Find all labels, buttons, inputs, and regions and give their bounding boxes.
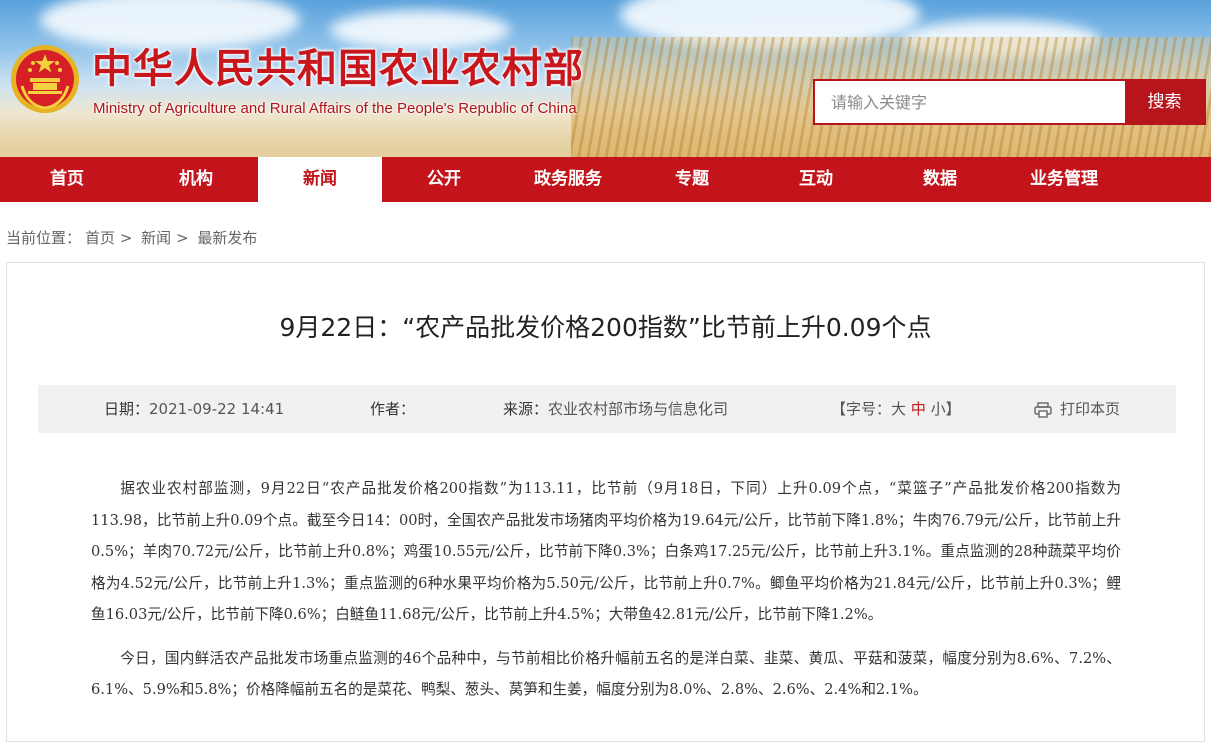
breadcrumb-separator: >	[175, 229, 189, 247]
nav-item-data[interactable]: 数据	[878, 157, 1002, 202]
search-box: 搜索	[813, 79, 1206, 125]
print-label: 打印本页	[1060, 400, 1121, 418]
font-size-medium[interactable]: 中	[911, 400, 926, 418]
nav-item-public[interactable]: 公开	[382, 157, 506, 202]
article-body: 据农业农村部监测，9月22日“农产品批发价格200指数”为113.11，比节前（…	[91, 473, 1121, 718]
printer-icon	[1034, 401, 1052, 418]
site-title[interactable]: 中华人民共和国农业农村部	[92, 46, 584, 92]
article-container: 9月22日：“农产品批发价格200指数”比节前上升0.09个点 日期：2021-…	[6, 262, 1205, 742]
font-size-small[interactable]: 小	[931, 400, 946, 418]
article-title: 9月22日：“农产品批发价格200指数”比节前上升0.09个点	[279, 313, 932, 342]
article-paragraph: 今日，国内鲜活农产品批发市场重点监测的46个品种中，与节前相比价格升幅前五名的是…	[91, 649, 1121, 699]
nav-item-interaction[interactable]: 互动	[754, 157, 878, 202]
main-nav: 首页 机构 新闻 公开 政务服务 专题 互动 数据 业务管理	[0, 157, 1211, 202]
font-size-large[interactable]: 大	[891, 400, 906, 418]
nav-item-news[interactable]: 新闻	[258, 157, 382, 202]
source-label: 来源：	[503, 400, 549, 418]
date-label: 日期：	[104, 400, 150, 418]
national-emblem-icon	[11, 45, 79, 113]
nav-item-gov-services[interactable]: 政务服务	[506, 157, 630, 202]
font-size-label: 【字号：	[831, 400, 892, 418]
breadcrumb-item-news[interactable]: 新闻	[141, 229, 171, 247]
meta-author: 作者：	[370, 385, 415, 433]
article-meta-bar: 日期：2021-09-22 14:41 作者： 来源：农业农村部市场与信息化司 …	[38, 385, 1176, 433]
breadcrumb-prefix: 当前位置：	[6, 229, 82, 247]
site-subtitle: Ministry of Agriculture and Rural Affair…	[93, 100, 577, 117]
breadcrumb: 当前位置： 首页 > 新闻 > 最新发布	[6, 228, 257, 248]
breadcrumb-separator: >	[119, 229, 133, 247]
search-input[interactable]	[815, 81, 1125, 123]
breadcrumb-item-home[interactable]: 首页	[85, 229, 115, 247]
nav-item-topics[interactable]: 专题	[630, 157, 754, 202]
nav-item-home[interactable]: 首页	[0, 157, 134, 202]
meta-source: 来源：农业农村部市场与信息化司	[503, 385, 728, 433]
breadcrumb-item-latest[interactable]: 最新发布	[197, 229, 257, 247]
source-value: 农业农村部市场与信息化司	[548, 400, 729, 418]
author-label: 作者：	[370, 400, 416, 418]
article-paragraph: 据农业农村部监测，9月22日“农产品批发价格200指数”为113.11，比节前（…	[91, 480, 1121, 623]
search-button[interactable]: 搜索	[1125, 81, 1204, 123]
cloud-decoration	[330, 10, 510, 50]
meta-font-size: 【字号：大 中 小】	[831, 385, 961, 433]
nav-item-business[interactable]: 业务管理	[1002, 157, 1126, 202]
meta-date: 日期：2021-09-22 14:41	[104, 385, 284, 433]
print-button[interactable]: 打印本页	[1034, 385, 1120, 433]
site-header: 中华人民共和国农业农村部 Ministry of Agriculture and…	[0, 0, 1211, 157]
nav-item-organization[interactable]: 机构	[134, 157, 258, 202]
date-value: 2021-09-22 14:41	[149, 400, 285, 418]
font-size-close: 】	[945, 400, 961, 418]
